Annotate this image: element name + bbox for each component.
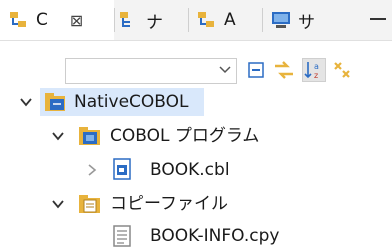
copybook-folder-icon (79, 195, 100, 213)
chevron-down-icon[interactable] (218, 62, 232, 76)
tab-separator (188, 8, 189, 32)
tab-hierarchy[interactable]: A (196, 0, 258, 40)
tree-item-label: NativeCOBOL (74, 92, 189, 112)
collapse-all-button[interactable] (244, 58, 268, 82)
tab-label: C (36, 10, 48, 30)
collapse-all-icon (248, 62, 264, 78)
tab-separator (262, 8, 263, 32)
copybook-file-icon (113, 225, 131, 247)
package-explorer-icon (8, 9, 30, 31)
minimize-icon[interactable] (370, 18, 386, 20)
tab-servers[interactable]: サ (270, 0, 334, 40)
tree-item-label: コピーファイル (110, 194, 228, 214)
view-menu-button[interactable] (330, 58, 354, 82)
tab-label: ナ (146, 12, 163, 33)
tree-item-label: BOOK-INFO.cpy (150, 226, 280, 246)
close-icon[interactable]: ⊠ (70, 11, 83, 30)
chevron-down-icon[interactable] (18, 94, 34, 110)
navigator-icon (118, 9, 140, 31)
tab-separator (114, 8, 115, 32)
filter-combo[interactable] (65, 58, 237, 84)
link-with-editor-button[interactable] (272, 58, 296, 82)
chevron-down-icon[interactable] (50, 128, 66, 144)
view-menu-icon (334, 62, 350, 78)
chevron-right-icon[interactable] (84, 162, 100, 178)
tab-label: サ (298, 12, 315, 33)
hierarchy-icon (196, 9, 218, 31)
link-editor-icon (275, 61, 293, 79)
tab-package-explorer[interactable]: C ⊠ (0, 0, 114, 40)
tab-label: A (224, 10, 236, 30)
svg-text:z: z (314, 71, 318, 80)
svg-text:a: a (314, 62, 319, 71)
view-tab-bar: C ⊠ ナ A サ (0, 0, 392, 41)
tree-item-label: BOOK.cbl (150, 160, 230, 180)
cobol-file-icon (113, 158, 131, 180)
sort-az-icon: a z (304, 62, 319, 80)
tab-navigator[interactable]: ナ (118, 0, 188, 40)
chevron-down-icon[interactable] (50, 196, 66, 212)
cobol-project-icon (45, 93, 65, 111)
sort-button[interactable]: a z (302, 58, 326, 82)
tree-item-label: COBOL プログラム (110, 126, 260, 146)
source-folder-icon (79, 127, 100, 145)
server-icon (270, 9, 292, 31)
